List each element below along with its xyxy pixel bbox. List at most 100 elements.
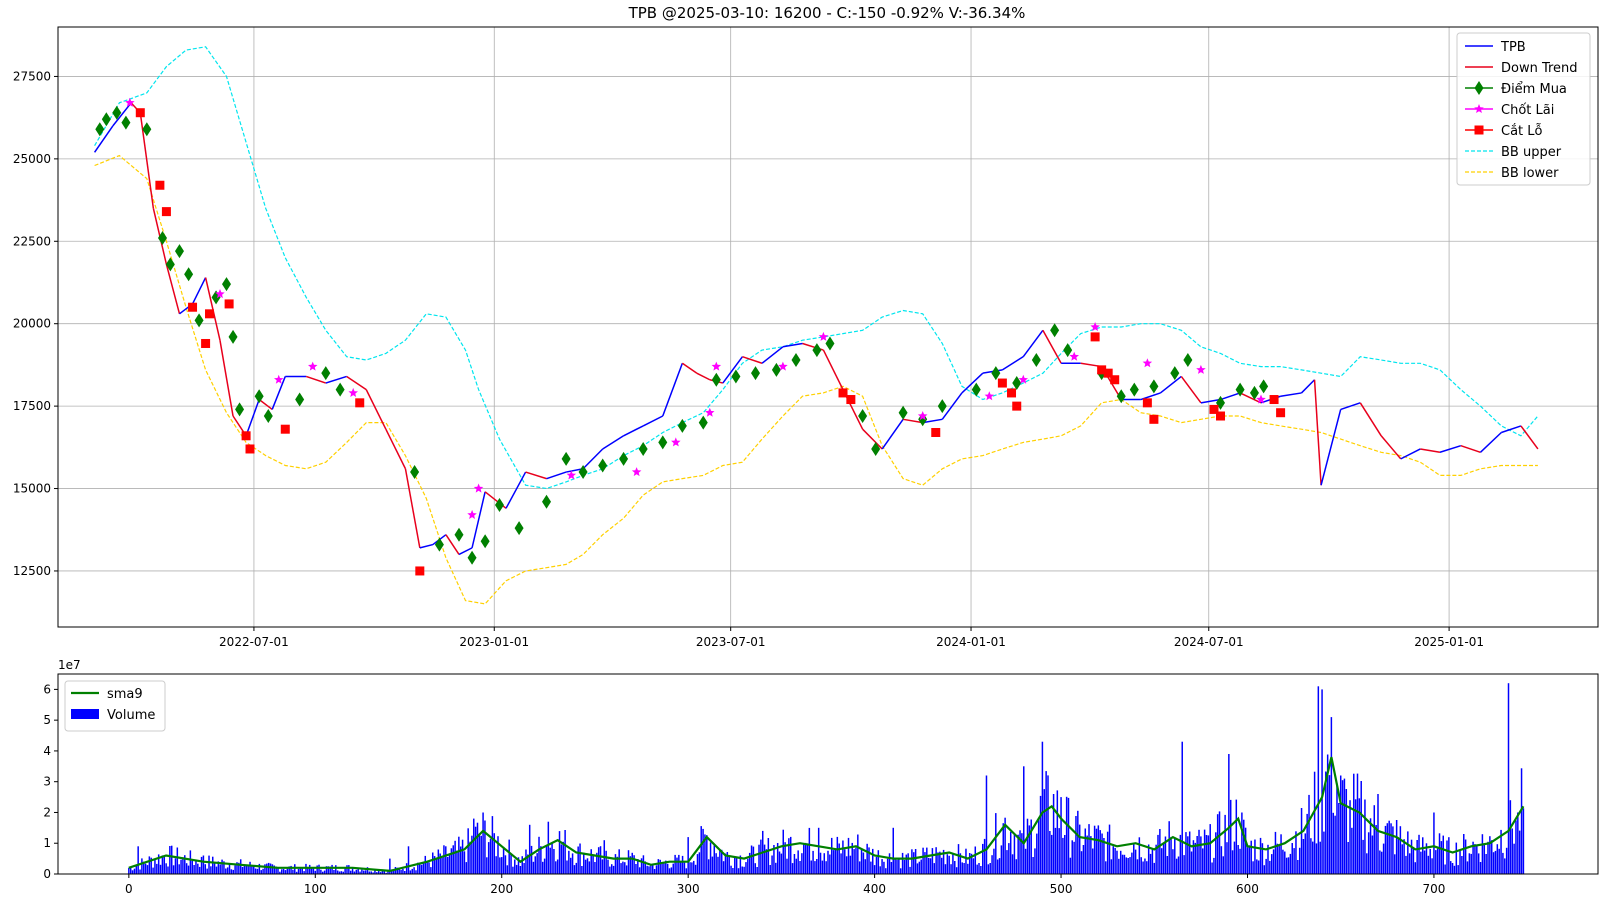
volume-bar [156,863,158,874]
volume-bar [542,861,544,874]
volume-bar [803,844,805,874]
volume-bar [502,846,505,874]
volume-bar [1205,835,1208,874]
volume-bar [364,870,367,874]
volume-bar [670,867,673,874]
volume-bar [305,863,307,874]
price-legend: TPB Down Trend Điểm Mua Chốt Lãi Cắt Lỗ BB up… [1456,32,1591,186]
volume-bar [1075,816,1077,874]
volume-bar [355,869,358,874]
volume-bar [1468,853,1471,874]
volume-bar [808,827,811,874]
volume-bar [1302,839,1305,874]
volume-bar [1494,850,1497,874]
volume-bar [653,869,656,874]
volume-bar [135,866,138,874]
volume-bar [784,842,786,874]
volume-bar [1300,808,1303,874]
volume-bar [568,850,570,874]
volume-bar [937,852,939,874]
volume-bar [532,861,535,874]
volume-bar [553,849,555,874]
volume-bar [1030,819,1032,874]
volume-bar [1254,839,1256,874]
volume-bar [1492,852,1495,874]
price-x-tick-label: 2022-07-01 [219,635,289,649]
volume-bar [789,836,792,874]
volume-bar [1177,856,1180,874]
volume-bar [560,844,563,874]
volume-bar [601,859,604,874]
volume-bar [674,854,676,874]
volume-bar [743,866,745,874]
volume-bar [1313,771,1316,874]
volume-bar [586,858,589,874]
volume-offset-label: 1e7 [58,658,81,672]
volume-bar [182,857,184,874]
volume-bar [1078,824,1081,874]
volume-bar [137,846,139,874]
price-x-tick-label: 2024-01-01 [936,635,1006,649]
volume-bar [1060,797,1062,874]
volume-bar [1362,839,1364,874]
volume-bar [1330,717,1333,874]
volume-bar [899,868,902,874]
volume-bar [1509,800,1512,874]
stop-loss-marker [1269,395,1279,405]
volume-bar [668,868,671,874]
volume-bar [1315,843,1318,874]
volume-bar [1162,843,1165,874]
volume-bar [767,838,770,874]
volume-bar [873,865,876,874]
volume-bar [760,839,762,874]
volume-bar [982,843,984,874]
volume-bar [624,862,626,874]
volume-bar [318,864,320,874]
volume-bar [469,841,471,874]
volume-bar [241,867,244,874]
volume-bar [213,863,216,874]
volume-bar [1047,775,1049,874]
volume-bar [1069,857,1072,874]
volume-bar [972,858,975,874]
volume-bar [545,846,548,874]
volume-bar [627,850,630,874]
volume-bar [534,856,537,874]
volume-bar [1367,832,1370,874]
volume-bar [348,865,350,874]
volume-bar [745,862,747,874]
volume-bar [735,858,738,874]
volume-bar [1438,833,1441,874]
volume-bar [711,856,714,874]
volume-bar [1142,861,1144,874]
volume-bar [409,870,412,874]
volume-bar [1241,812,1243,874]
volume-bar [230,869,233,874]
volume-bar [786,858,788,874]
volume-bar [174,858,177,874]
volume-bar [558,831,561,874]
volume-bar [989,863,991,874]
volume-bar [1222,856,1224,874]
volume-bar [1464,839,1467,874]
volume-bar [754,863,757,874]
volume-bar [1233,841,1236,874]
volume-x-tick-label: 100 [304,882,327,896]
volume-bar [849,855,852,874]
volume-bar [691,862,693,874]
volume-bar [830,837,833,874]
volume-bar [1084,828,1087,874]
volume-bar [769,865,771,874]
volume-bar [592,855,594,874]
volume-bar [556,859,559,874]
volume-bar [1043,789,1046,874]
volume-bar [1256,859,1258,874]
volume-bar [888,853,891,874]
volume-bar [286,868,289,874]
volume-bar [1103,838,1105,874]
volume-bar [405,863,408,874]
volume-bar [1505,847,1508,874]
stop-loss-marker [1110,375,1120,385]
volume-bar [879,866,881,874]
volume-bar [1379,850,1381,874]
